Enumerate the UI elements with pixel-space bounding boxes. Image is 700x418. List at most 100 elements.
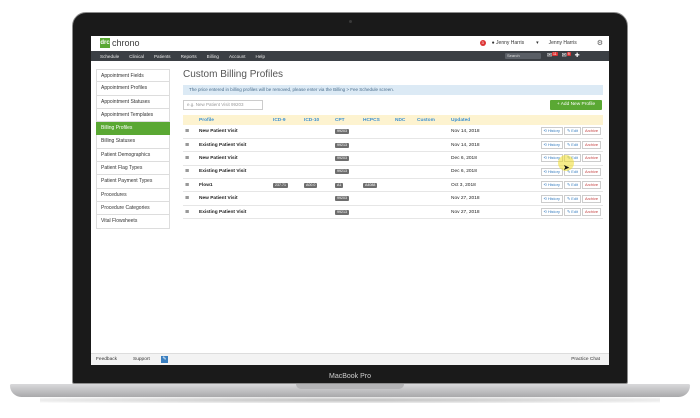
- drag-handle-icon[interactable]: ≡: [185, 142, 189, 149]
- nav-account[interactable]: Account: [224, 54, 251, 59]
- profile-filter-input[interactable]: e.g. New Patient Visit 99203: [183, 100, 263, 110]
- table-row: ≡ Flow1 237.71 A00.0 A1 A4088 Oct 3, 2018 ⟲ His…: [183, 178, 603, 193]
- sidebar-item-appointment-profiles[interactable]: Appointment Profiles: [96, 82, 170, 96]
- history-label: History: [547, 195, 560, 201]
- archive-button[interactable]: Archive: [582, 181, 601, 190]
- icd10-cell: [302, 125, 333, 139]
- nav-reports[interactable]: Reports: [176, 54, 202, 59]
- mail-icon[interactable]: ✉11: [547, 52, 558, 59]
- updated-cell: Nov 27, 2018: [449, 205, 525, 220]
- sidebar-item-appointment-templates[interactable]: Appointment Templates: [96, 108, 170, 123]
- cpt-cell: 99213: [333, 165, 361, 180]
- pencil-icon[interactable]: ✎: [161, 356, 168, 363]
- history-button[interactable]: ⟲ History: [540, 167, 563, 176]
- edit-button[interactable]: ✎ Edit: [563, 194, 582, 203]
- gear-icon[interactable]: ⚙: [597, 39, 603, 47]
- history-button[interactable]: ⟲ History: [540, 181, 563, 190]
- col-cpt[interactable]: CPT: [333, 115, 361, 125]
- col-custom[interactable]: Custom: [415, 115, 449, 125]
- col-hcpcs[interactable]: HCPCS: [361, 115, 393, 125]
- archive-button[interactable]: Archive: [582, 167, 601, 176]
- nav-patients[interactable]: Patients: [149, 54, 176, 59]
- edit-button[interactable]: ✎ Edit: [563, 141, 582, 150]
- row-menu-cell: ≡: [183, 138, 197, 153]
- sidebar-item-billing-profiles[interactable]: Billing Profiles: [96, 122, 170, 136]
- sidebar-item-procedures[interactable]: Procedures: [96, 188, 170, 202]
- ndc-cell: [393, 205, 415, 220]
- sidebar-item-patient-payment-types[interactable]: Patient Payment Types: [96, 175, 170, 189]
- edit-label: Edit: [571, 209, 579, 215]
- app-logo[interactable]: drc chrono: [100, 38, 140, 48]
- history-button[interactable]: ⟲ History: [540, 127, 563, 136]
- row-actions-cell: ⟲ History✎ EditArchive: [525, 178, 603, 193]
- laptop-notch: [296, 384, 404, 389]
- history-button[interactable]: ⟲ History: [540, 141, 563, 150]
- search-input[interactable]: Search: [505, 53, 541, 59]
- drag-handle-icon[interactable]: ≡: [185, 128, 189, 135]
- mouse-cursor-icon: ➤: [563, 163, 570, 172]
- col-icd9[interactable]: ICD-9: [271, 115, 302, 125]
- hcpcs-cell: [361, 138, 393, 153]
- provider-select[interactable]: Jenny Harris: [549, 40, 577, 46]
- archive-button[interactable]: Archive: [582, 141, 601, 150]
- archive-label: Archive: [585, 168, 598, 174]
- edit-button[interactable]: ✎ Edit: [563, 208, 582, 217]
- archive-button[interactable]: Archive: [582, 208, 601, 217]
- settings-sidebar: Appointment Fields Appointment Profiles …: [96, 69, 170, 229]
- user-menu[interactable]: Jenny Harris: [496, 40, 524, 46]
- custom-cell: [415, 165, 449, 180]
- drag-handle-icon[interactable]: ≡: [185, 209, 189, 216]
- row-menu-cell: ≡: [183, 125, 197, 139]
- drag-handle-icon[interactable]: ≡: [185, 195, 189, 202]
- edit-label: Edit: [571, 168, 579, 174]
- updated-cell: Nov 14, 2018: [449, 138, 525, 153]
- profile-cell: Existing Patient Visit: [197, 165, 271, 180]
- feedback-link[interactable]: Feedback: [96, 357, 117, 362]
- sidebar-item-vital-flowsheets[interactable]: Vital Flowsheets: [96, 215, 170, 229]
- col-ndc[interactable]: NDC: [393, 115, 415, 125]
- history-button[interactable]: ⟲ History: [540, 208, 563, 217]
- history-label: History: [547, 142, 560, 148]
- hcpcs-cell: [361, 165, 393, 180]
- archive-button[interactable]: Archive: [582, 154, 601, 163]
- nav-schedule[interactable]: Schedule: [91, 54, 124, 59]
- message-icon[interactable]: ✉9: [562, 52, 571, 59]
- row-menu-cell: ≡: [183, 205, 197, 220]
- col-actions: [525, 115, 603, 125]
- icd10-cell: [302, 151, 333, 166]
- sidebar-item-patient-flag-types[interactable]: Patient Flag Types: [96, 162, 170, 176]
- custom-cell: [415, 125, 449, 139]
- col-profile[interactable]: Profile: [197, 115, 271, 125]
- sidebar-item-patient-demographics[interactable]: Patient Demographics: [96, 148, 170, 163]
- ndc-cell: [393, 178, 415, 193]
- nav-clinical[interactable]: Clinical: [124, 54, 149, 59]
- sidebar-item-billing-statuses[interactable]: Billing Statuses: [96, 135, 170, 149]
- add-new-profile-button[interactable]: + Add New Profile: [550, 100, 602, 110]
- col-icd10[interactable]: ICD-10: [302, 115, 333, 125]
- nav-billing[interactable]: Billing: [202, 54, 224, 59]
- icd10-cell: [302, 205, 333, 220]
- sidebar-item-appointment-statuses[interactable]: Appointment Statuses: [96, 95, 170, 109]
- chevron-down-icon[interactable]: ▾: [536, 40, 539, 46]
- updated-cell: Nov 14, 2018: [449, 125, 525, 139]
- nav-help[interactable]: Help: [251, 54, 270, 59]
- notification-badge[interactable]: 3: [479, 40, 486, 46]
- history-button[interactable]: ⟲ History: [540, 194, 563, 203]
- drag-handle-icon[interactable]: ≡: [185, 155, 189, 162]
- drag-handle-icon[interactable]: ≡: [185, 182, 189, 189]
- cpt-code-badge: 99213: [335, 169, 349, 175]
- cpt-code-badge: 99203: [335, 196, 349, 202]
- sidebar-item-procedure-categories[interactable]: Procedure Categories: [96, 201, 170, 216]
- table-row: ≡ New Patient Visit 99203 Nov 27, 2018 ⟲ His…: [183, 191, 603, 206]
- plus-icon[interactable]: ✚: [575, 52, 580, 59]
- practice-chat-link[interactable]: Practice Chat: [571, 357, 600, 362]
- sidebar-item-appointment-fields[interactable]: Appointment Fields: [96, 69, 170, 83]
- drag-handle-icon[interactable]: ≡: [185, 168, 189, 175]
- archive-button[interactable]: Archive: [582, 127, 601, 136]
- edit-button[interactable]: ✎ Edit: [563, 181, 582, 190]
- col-updated[interactable]: Updated: [449, 115, 525, 125]
- edit-button[interactable]: ✎ Edit: [563, 127, 582, 136]
- archive-button[interactable]: Archive: [582, 194, 601, 203]
- support-link[interactable]: Support: [133, 357, 150, 362]
- profile-cell: Existing Patient Visit: [197, 138, 271, 153]
